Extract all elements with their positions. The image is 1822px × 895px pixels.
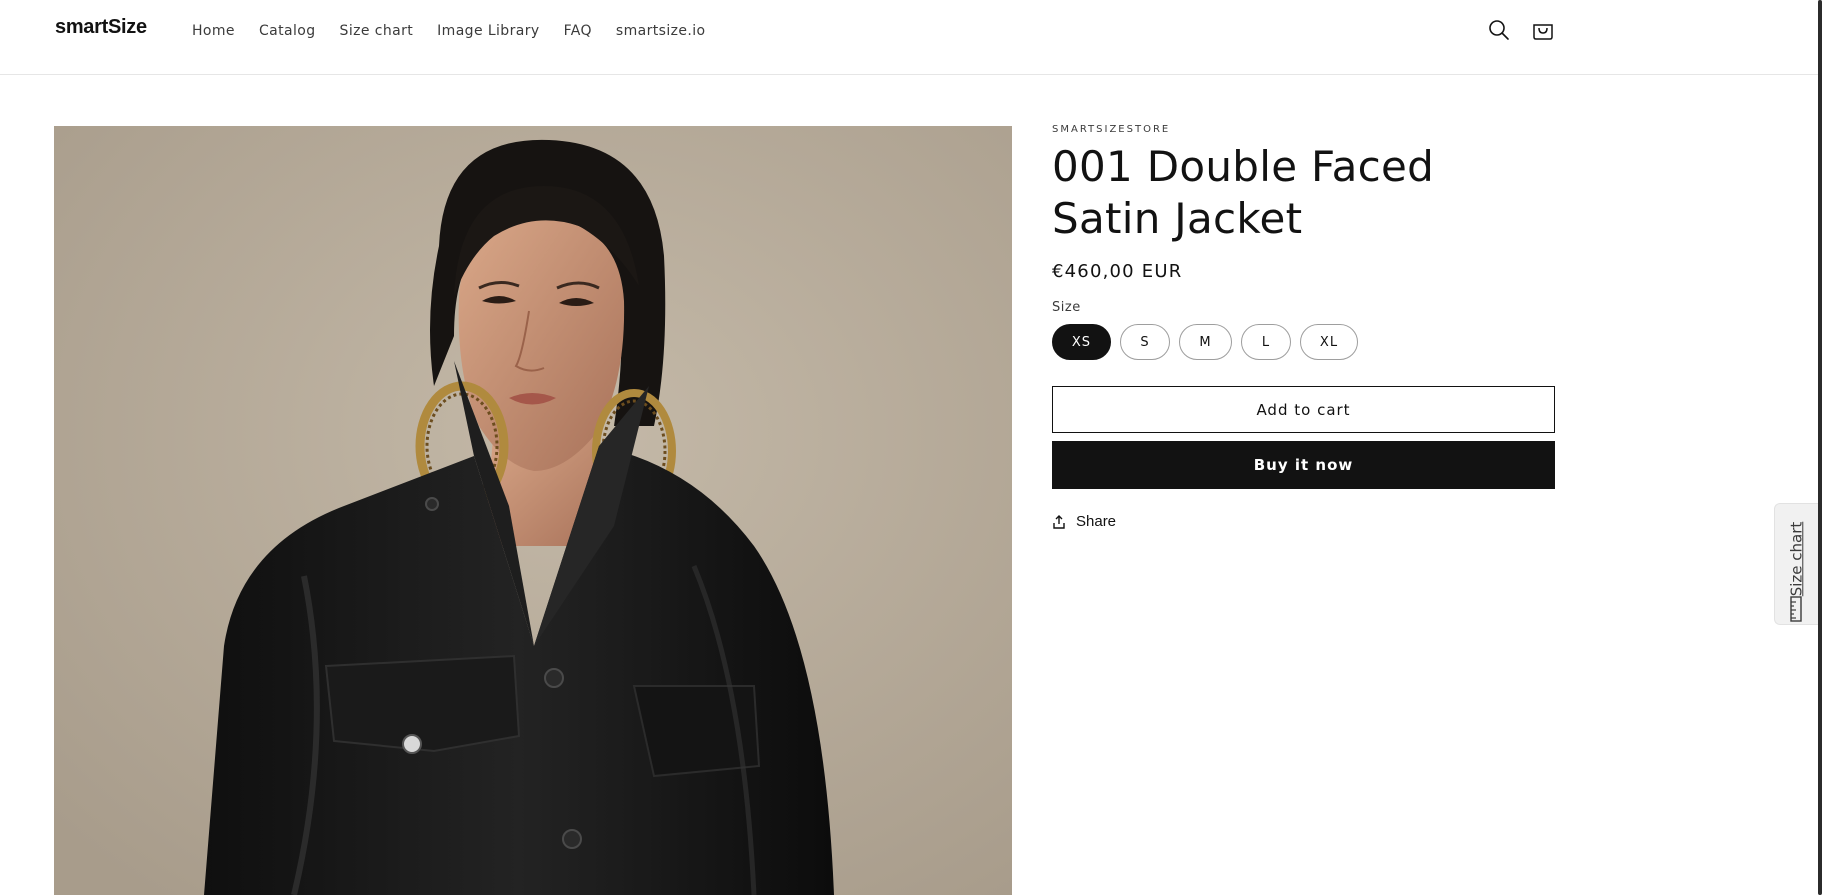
nav-link-home[interactable]: Home xyxy=(180,22,247,40)
ruler-icon xyxy=(1790,596,1802,622)
nav-link-image-library[interactable]: Image Library xyxy=(425,22,551,40)
product-image[interactable] xyxy=(54,126,1012,895)
store-logo[interactable]: smartSize xyxy=(55,16,147,39)
search-button[interactable] xyxy=(1485,16,1513,44)
product-price: €460,00 EUR xyxy=(1052,261,1183,282)
add-to-cart-button[interactable]: Add to cart xyxy=(1052,386,1555,433)
nav-link-smartsize-io[interactable]: smartsize.io xyxy=(604,22,718,40)
share-button[interactable]: Share xyxy=(1052,513,1555,530)
size-chart-tab-label: Size chart xyxy=(1787,521,1805,597)
nav-link-catalog[interactable]: Catalog xyxy=(247,22,328,40)
nav-link-faq[interactable]: FAQ xyxy=(552,22,604,40)
size-option-s[interactable]: S xyxy=(1120,324,1170,360)
search-icon xyxy=(1489,20,1509,40)
size-option-xs[interactable]: XS xyxy=(1052,324,1111,360)
cart-button[interactable] xyxy=(1529,16,1557,44)
product-vendor: SMARTSIZESTORE xyxy=(1052,124,1171,135)
size-chart-tab-label-wrap: Size chart xyxy=(1783,516,1809,602)
share-icon xyxy=(1053,514,1065,529)
size-chart-tab[interactable]: Size chart xyxy=(1774,503,1818,625)
cart-icon xyxy=(1533,24,1553,40)
site-header: smartSize Home Catalog Size chart Image … xyxy=(0,0,1818,75)
scrollbar-thumb[interactable] xyxy=(1818,0,1822,895)
product-title: 001 Double Faced Satin Jacket xyxy=(1052,142,1435,243)
size-option-xl[interactable]: XL xyxy=(1300,324,1358,360)
share-label: Share xyxy=(1076,513,1117,530)
main-nav: Home Catalog Size chart Image Library FA… xyxy=(180,22,718,40)
size-label: Size xyxy=(1052,300,1081,315)
buy-it-now-button[interactable]: Buy it now xyxy=(1052,441,1555,489)
size-option-l[interactable]: L xyxy=(1241,324,1291,360)
product-info: SMARTSIZESTORE 001 Double Faced Satin Ja… xyxy=(1052,124,1555,530)
size-selector: XS S M L XL xyxy=(1052,324,1555,360)
size-option-m[interactable]: M xyxy=(1179,324,1232,360)
product-photo xyxy=(54,126,1012,895)
nav-link-size-chart[interactable]: Size chart xyxy=(328,22,426,40)
